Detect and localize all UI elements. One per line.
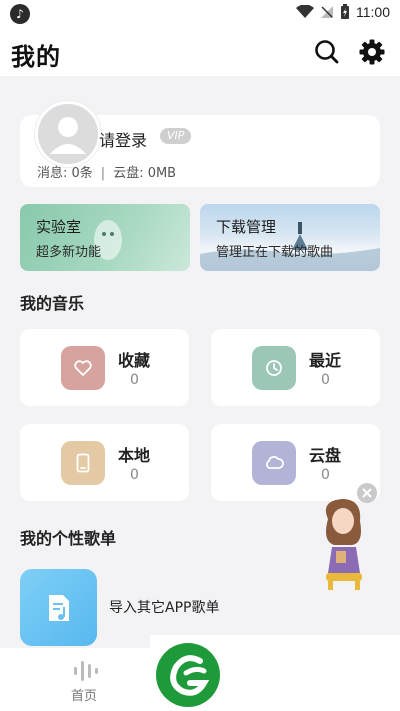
import-playlist-label: 导入其它APP歌单 <box>109 600 220 616</box>
recent-count: 0 <box>321 372 330 388</box>
lab-illustration <box>94 220 122 260</box>
top-bar: 我的 <box>0 28 400 76</box>
home-wave-icon[interactable] <box>72 658 100 682</box>
cloud-icon <box>252 441 296 485</box>
mascot-illustration <box>325 483 377 590</box>
cloud-label: 云盘 <box>309 446 342 465</box>
battery-icon <box>341 4 349 19</box>
search-icon[interactable] <box>314 39 340 65</box>
favorites-tile[interactable]: 收藏 0 <box>20 329 189 406</box>
default-avatar-icon <box>50 117 86 154</box>
cloud-usage[interactable]: 云盘: 0MB <box>113 166 176 181</box>
no-signal-icon <box>321 6 333 18</box>
lab-subtitle: 超多新功能 <box>36 245 102 260</box>
download-illustration <box>200 222 380 271</box>
my-playlists-title: 我的个性歌单 <box>20 529 117 548</box>
wifi-icon <box>296 5 314 18</box>
favorites-count: 0 <box>130 372 139 388</box>
avatar[interactable] <box>35 101 101 167</box>
messages-count[interactable]: 消息: 0条 <box>37 166 93 181</box>
status-icons: 11:00 <box>296 4 390 20</box>
floating-mascot[interactable] <box>312 481 394 593</box>
user-stats: 消息: 0条 | 云盘: 0MB <box>37 162 176 181</box>
phone-icon <box>61 441 105 485</box>
local-count: 0 <box>130 467 139 483</box>
page-title: 我的 <box>11 43 61 71</box>
stats-divider: | <box>100 166 106 181</box>
clock-icon <box>252 346 296 390</box>
vip-badge: VIP <box>160 128 192 144</box>
heart-icon <box>61 346 105 390</box>
status-time: 11:00 <box>356 4 390 20</box>
download-subtitle: 管理正在下载的歌曲 <box>216 245 334 260</box>
local-tile[interactable]: 本地 0 <box>20 424 189 501</box>
user-card[interactable]: 请登录 VIP 消息: 0条 | 云盘: 0MB <box>20 101 380 187</box>
favorites-label: 收藏 <box>118 351 151 370</box>
my-music-title: 我的音乐 <box>20 294 85 313</box>
lab-title: 实验室 <box>36 218 82 236</box>
login-link[interactable]: 请登录 <box>99 127 147 151</box>
music-notification-icon: ♪ <box>10 4 30 24</box>
download-manager-card[interactable]: 下载管理 管理正在下载的歌曲 <box>200 204 380 271</box>
import-playlist-icon <box>20 569 97 646</box>
download-title: 下载管理 <box>216 218 277 236</box>
nav-home-label[interactable]: 首页 <box>71 685 97 704</box>
status-bar: ♪ 11:00 <box>0 0 400 28</box>
app-logo <box>156 643 220 707</box>
gear-icon[interactable] <box>358 38 386 66</box>
bottom-nav: 首页 <box>0 648 150 711</box>
recent-tile[interactable]: 最近 0 <box>211 329 380 406</box>
lab-card[interactable]: 实验室 超多新功能 <box>20 204 190 271</box>
recent-label: 最近 <box>309 351 342 370</box>
local-label: 本地 <box>118 446 151 465</box>
